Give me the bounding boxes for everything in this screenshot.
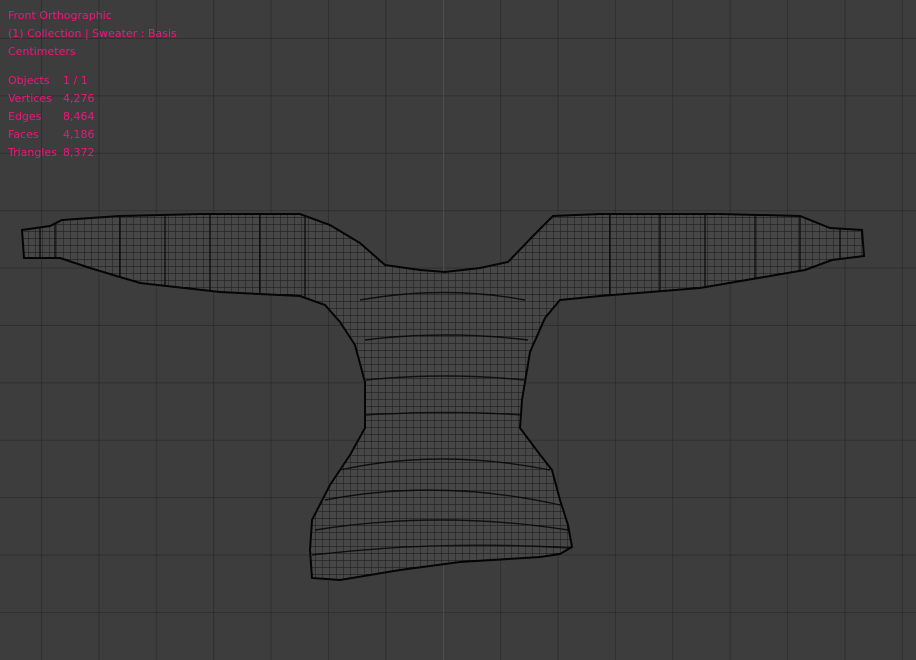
stat-label: Edges xyxy=(8,110,42,123)
viewport-info-overlay: Front Orthographic (1) Collection | Swea… xyxy=(8,7,177,162)
stat-label: Triangles xyxy=(8,146,57,159)
stat-label: Faces xyxy=(8,128,39,141)
stat-value: 4,186 xyxy=(63,128,95,141)
stat-value: 8,464 xyxy=(63,110,95,123)
stat-row-triangles: Triangles 8,372 xyxy=(8,144,177,162)
stat-row-vertices: Vertices 4,276 xyxy=(8,90,177,108)
stat-row-objects: Objects 1 / 1 xyxy=(8,72,177,90)
stat-row-edges: Edges 8,464 xyxy=(8,108,177,126)
collection-info: (1) Collection | Sweater : Basis xyxy=(8,27,177,40)
stat-value: 4,276 xyxy=(63,92,95,105)
scene-statistics: Objects 1 / 1 Vertices 4,276 Edges 8,464… xyxy=(8,72,177,162)
stat-value: 8,372 xyxy=(63,146,95,159)
stat-label: Objects xyxy=(8,74,50,87)
stat-value: 1 / 1 xyxy=(63,74,88,87)
view-name: Front Orthographic xyxy=(8,9,112,22)
units-label: Centimeters xyxy=(8,45,76,58)
stat-label: Vertices xyxy=(8,92,52,105)
stat-row-faces: Faces 4,186 xyxy=(8,126,177,144)
3d-viewport[interactable]: Front Orthographic (1) Collection | Swea… xyxy=(0,0,916,660)
